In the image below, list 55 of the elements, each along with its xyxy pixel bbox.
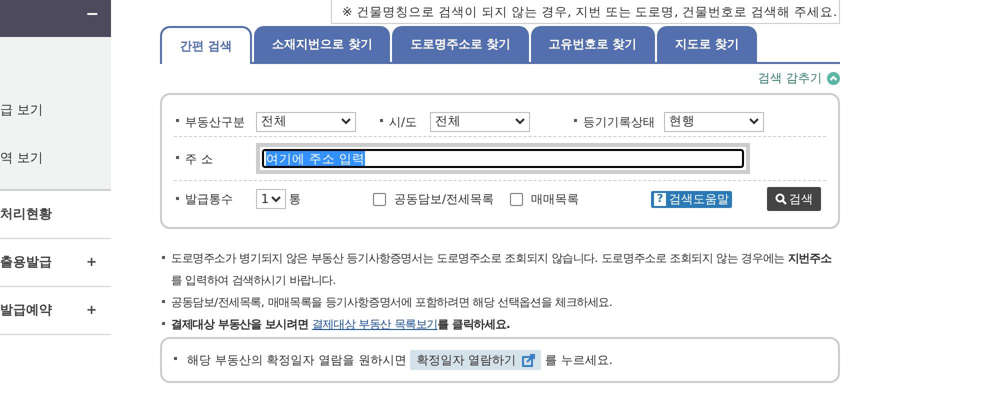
bullet-icon: [174, 357, 177, 360]
field-label: 주 소: [174, 150, 256, 168]
search-help-badge[interactable]: ? 검색도움말: [651, 190, 732, 208]
note-text: 공동담보/전세목록, 매매목록을 등기사항증명서에 포함하려면 해당 선택옵션을 체크하세요.: [171, 294, 612, 311]
copies-select[interactable]: 1: [256, 189, 286, 209]
sidebar-item[interactable]: 급 보기: [0, 99, 111, 147]
chevron-icon: [341, 118, 351, 125]
select-dropdown[interactable]: 전체: [430, 112, 530, 132]
note-text: 도로명주소가 병기되지 않은 부동산 등기사항증명서는 도로명주소로 조회되지 않습니다. 도로명주소로 조회되지 않는 경우에는 지번주소를 입력하여 검색하시기 바랍니다.: [171, 250, 832, 289]
tab[interactable]: 고유번호로 찾기: [530, 26, 655, 62]
external-link-icon: [522, 354, 536, 366]
bullet-icon: [176, 196, 179, 200]
unit-label: 통: [289, 191, 301, 208]
bullet-icon: [176, 119, 179, 122]
list-link[interactable]: 결제대상 부동산 목록보기: [312, 317, 438, 331]
field-label: 발급통수: [174, 190, 256, 208]
chevron-icon: [749, 118, 759, 125]
bullet-icon: [162, 256, 165, 259]
search-button[interactable]: 검색: [767, 187, 821, 211]
sidebar-menu-item[interactable]: 처리현황: [0, 204, 52, 224]
expand-toggle[interactable]: +: [86, 300, 97, 320]
select-dropdown[interactable]: 현행: [664, 112, 764, 132]
checkbox-label: 공동담보/전세목록: [394, 191, 494, 208]
view-date-button[interactable]: 확정일자 열람하기: [410, 350, 542, 370]
field-label: 부동산구분: [174, 112, 256, 130]
chevron-icon: [271, 196, 281, 202]
note-text: 결제대상 부동산을 보시려면 결제대상 부동산 목록보기를 클릭하세요.: [171, 316, 510, 333]
tab[interactable]: 도로명주소로 찾기: [392, 26, 529, 62]
collapse-icon[interactable]: [827, 72, 840, 84]
collapse-toggle[interactable]: −: [86, 2, 99, 26]
bullet-icon: [380, 119, 383, 122]
chevron-icon: [515, 118, 525, 125]
search-icon: [775, 193, 787, 205]
bullet-icon: [176, 156, 179, 160]
checkbox[interactable]: [373, 192, 386, 206]
checkbox[interactable]: [510, 192, 524, 206]
bullet-icon: [574, 119, 577, 122]
tab[interactable]: 지도로 찾기: [656, 26, 757, 62]
info-text: 해당 부동산의 확정일자 열람을 원하시면: [187, 352, 406, 369]
tab[interactable]: 간편 검색: [160, 26, 252, 64]
sidebar-menu-item[interactable]: 발급예약: [0, 300, 52, 320]
hide-search-link[interactable]: 검색 감추기: [758, 69, 822, 87]
checkbox-label: 매매목록: [531, 191, 580, 208]
sidebar-menu-item[interactable]: 출용발급: [0, 252, 52, 272]
bullet-icon: [162, 322, 165, 325]
info-text: 를 누르세요.: [545, 352, 613, 369]
notice-text: ※ 건물명칭으로 검색이 되지 않는 경우, 지번 또는 도로명, 건물번호로 검색해 주세요.: [331, 0, 840, 24]
field-label: 등기기록상태: [572, 112, 664, 130]
help-icon: ?: [654, 192, 666, 206]
sidebar-item[interactable]: 역 보기: [0, 147, 111, 195]
tab[interactable]: 소재지번으로 찾기: [254, 26, 390, 62]
select-dropdown[interactable]: 전체: [256, 112, 356, 132]
bullet-icon: [162, 300, 165, 303]
field-label: 시/도: [378, 112, 430, 130]
expand-toggle[interactable]: +: [86, 252, 97, 272]
